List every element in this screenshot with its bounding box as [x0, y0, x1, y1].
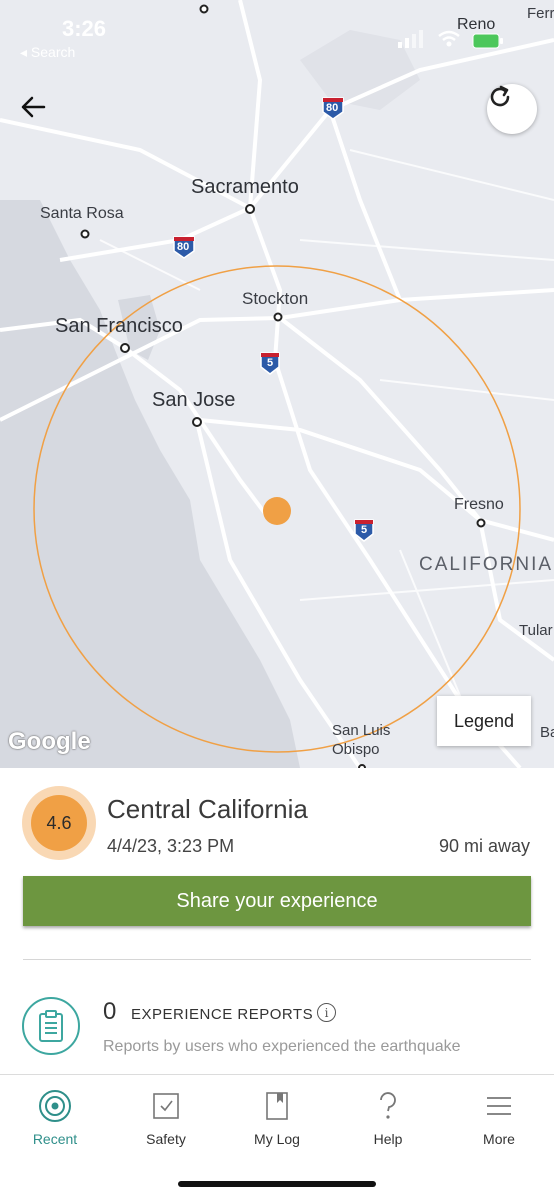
city-label: Sacramento: [191, 176, 299, 198]
tab-label: Recent: [32, 1131, 78, 1147]
report-title: EXPERIENCE REPORTS: [131, 1006, 314, 1023]
city-label: Stockton: [242, 289, 309, 308]
map-canvas: [0, 0, 554, 768]
share-experience-button[interactable]: Share your experience: [23, 876, 531, 926]
map-view[interactable]: 80 80 5 5 Sacramento Santa Rosa Stockton…: [0, 0, 554, 768]
home-indicator: [178, 1181, 376, 1187]
city-label: Tular: [519, 622, 553, 639]
highway-shield-label: 80: [326, 102, 339, 114]
city-label: Reno: [457, 16, 496, 33]
city-label: Fresno: [454, 496, 504, 513]
event-distance: 90 mi away: [438, 836, 530, 856]
divider: [23, 959, 531, 960]
highway-shield-label: 80: [177, 241, 190, 253]
tab-more[interactable]: More: [444, 1089, 554, 1147]
report-description: Reports by users who experienced the ear…: [103, 1038, 461, 1055]
tab-label: Help: [373, 1131, 403, 1147]
tab-safety[interactable]: Safety: [111, 1089, 221, 1147]
highway-shield-label: 5: [267, 357, 274, 369]
magnitude-badge: 4.6: [22, 786, 96, 860]
highway-shield-label: 5: [361, 524, 368, 536]
event-datetime: 4/4/23, 3:23 PM: [107, 836, 235, 856]
tab-recent[interactable]: Recent: [0, 1089, 110, 1147]
report-count: 0: [103, 998, 117, 1025]
city-label: San Jose: [152, 389, 236, 411]
tab-label: Safety: [146, 1131, 186, 1147]
city-label: Ferr: [527, 5, 554, 22]
google-logo: Google: [8, 728, 91, 755]
tab-help[interactable]: Help: [333, 1089, 443, 1147]
checkbox-icon: [148, 1089, 184, 1123]
city-label: Santa Rosa: [40, 205, 124, 222]
epicenter-marker: [263, 497, 291, 525]
status-time: 3:26: [62, 16, 107, 41]
bookmark-book-icon: [259, 1089, 295, 1123]
back-arrow-icon[interactable]: [20, 96, 60, 136]
status-back-link[interactable]: ◂ Search: [20, 44, 75, 61]
magnitude-value: 4.6: [31, 795, 87, 851]
clipboard-icon: [22, 997, 80, 1055]
info-icon[interactable]: i: [317, 1003, 336, 1022]
region-label: CALIFORNIA: [419, 554, 554, 575]
tab-label: More: [483, 1131, 515, 1147]
tab-my-log[interactable]: My Log: [222, 1089, 332, 1147]
target-icon: [37, 1089, 73, 1123]
legend-button[interactable]: Legend: [437, 696, 531, 746]
city-label: San Francisco: [55, 315, 183, 337]
refresh-button[interactable]: [487, 84, 537, 134]
city-label: Ba: [540, 724, 554, 741]
question-icon: [370, 1089, 406, 1123]
menu-icon: [481, 1089, 517, 1123]
refresh-icon: [490, 85, 510, 107]
city-label: San Luis Obispo: [332, 722, 391, 758]
event-place: Central California: [107, 794, 308, 824]
tab-label: My Log: [254, 1131, 300, 1147]
